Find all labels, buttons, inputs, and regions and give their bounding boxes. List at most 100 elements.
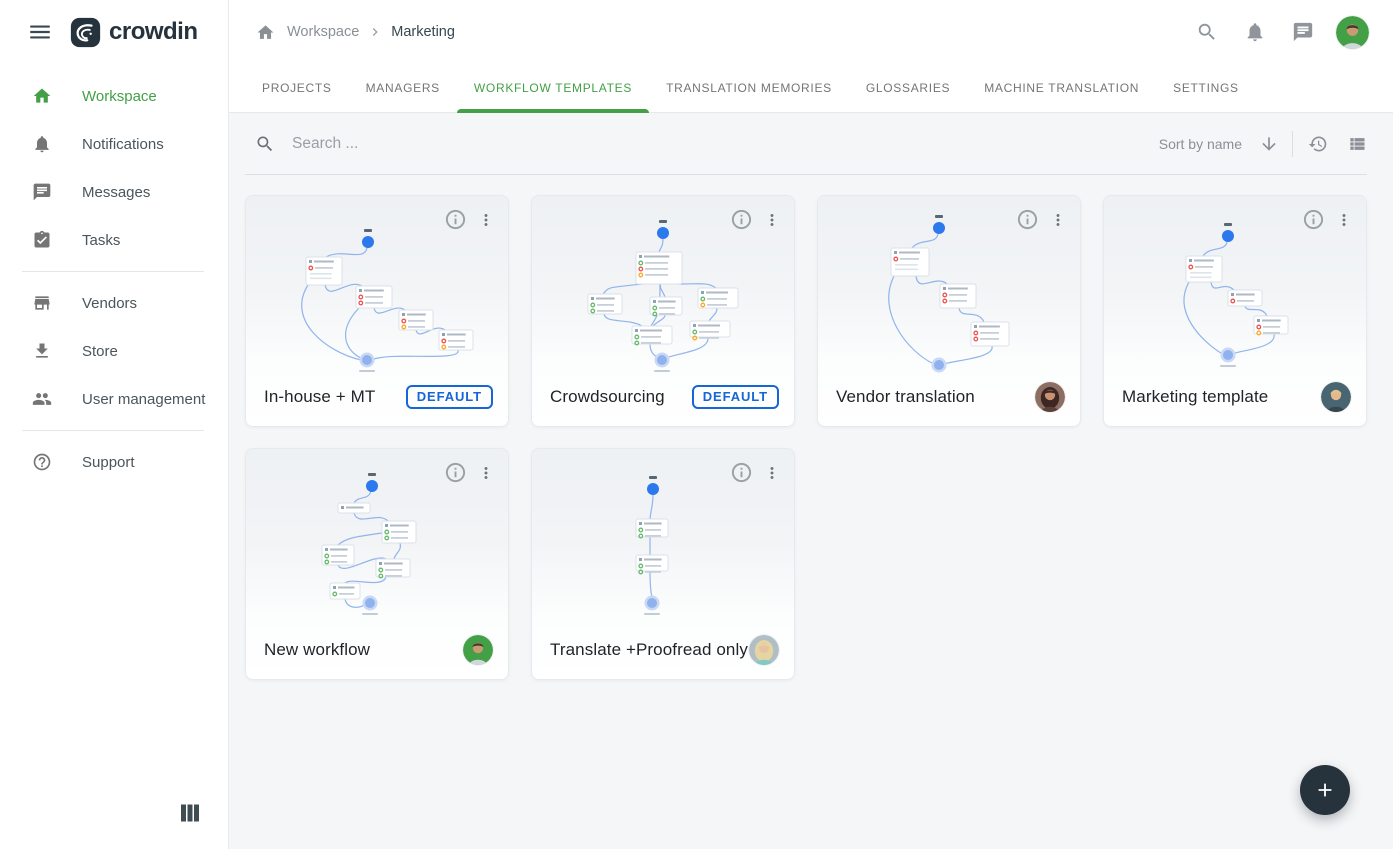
- card-actions: [730, 461, 781, 484]
- card-footer: Vendor translation: [818, 368, 1080, 426]
- template-grid: In-house + MTDEFAULT Crowdsourcing DEFAULT…: [245, 195, 1367, 680]
- sort-direction-icon[interactable]: [1259, 134, 1279, 154]
- template-card-translate-proofread-only[interactable]: Translate +Proofread only: [531, 448, 795, 680]
- home-icon: [32, 86, 52, 106]
- crowdin-logo[interactable]: crowdin: [70, 17, 198, 48]
- search-icon[interactable]: [255, 134, 275, 154]
- sidebar: crowdin Workspace Notifications Messages Ta…: [0, 0, 229, 849]
- card-actions: [444, 208, 495, 231]
- sidebar-item-vendors[interactable]: Vendors: [0, 279, 228, 327]
- more-options-icon[interactable]: [477, 463, 495, 483]
- sidebar-item-messages[interactable]: Messages: [0, 168, 228, 216]
- tabbar: PROJECTSMANAGERSWORKFLOW TEMPLATESTRANSL…: [229, 64, 1393, 113]
- sidebar-item-label: Notifications: [82, 136, 164, 153]
- tab-managers[interactable]: MANAGERS: [349, 64, 457, 112]
- content: Sort by name In-house + MTDEFAULT Crowdso…: [229, 113, 1393, 849]
- card-title: Vendor translation: [836, 387, 975, 407]
- sidebar-item-label: User management: [82, 391, 205, 408]
- template-card-vendor-translation[interactable]: Vendor translation: [817, 195, 1081, 427]
- card-title: Crowdsourcing: [550, 387, 665, 407]
- sidebar-item-label: Support: [82, 454, 135, 471]
- tab-projects[interactable]: PROJECTS: [245, 64, 349, 112]
- card-title: New workflow: [264, 640, 370, 660]
- template-card-marketing-template[interactable]: Marketing template: [1103, 195, 1367, 427]
- search-icon[interactable]: [1196, 21, 1218, 43]
- user-avatar[interactable]: [1336, 16, 1369, 49]
- message-icon: [32, 182, 52, 202]
- sidebar-collapse-icon[interactable]: [181, 804, 199, 822]
- template-card-crowdsourcing[interactable]: Crowdsourcing DEFAULT: [531, 195, 795, 427]
- more-options-icon[interactable]: [763, 463, 781, 483]
- more-options-icon[interactable]: [1335, 210, 1353, 230]
- info-icon[interactable]: [730, 461, 753, 484]
- bell-icon: [32, 134, 52, 154]
- breadcrumb-current: Marketing: [391, 24, 455, 40]
- owner-avatar[interactable]: [463, 635, 493, 665]
- sidebar-item-tasks[interactable]: Tasks: [0, 216, 228, 264]
- add-template-button[interactable]: [1300, 765, 1350, 815]
- tab-settings[interactable]: SETTINGS: [1156, 64, 1256, 112]
- breadcrumb-home-icon[interactable]: [256, 23, 275, 42]
- topbar: Workspace Marketing: [229, 0, 1393, 64]
- sidebar-item-label: Vendors: [82, 295, 137, 312]
- sidebar-divider: [22, 271, 204, 272]
- sidebar-item-label: Workspace: [82, 88, 157, 105]
- tab-glossaries[interactable]: GLOSSARIES: [849, 64, 967, 112]
- sidebar-header: crowdin: [0, 0, 228, 64]
- info-icon[interactable]: [730, 208, 753, 231]
- chevron-right-icon: [367, 24, 383, 40]
- notifications-icon[interactable]: [1244, 21, 1266, 43]
- default-badge: DEFAULT: [692, 385, 779, 409]
- toolbar: Sort by name: [245, 113, 1367, 175]
- info-icon[interactable]: [1016, 208, 1039, 231]
- card-title: Translate +Proofread only: [550, 640, 748, 660]
- store-icon: [32, 341, 52, 361]
- messages-icon[interactable]: [1292, 21, 1314, 43]
- card-footer: New workflow: [246, 621, 508, 679]
- tab-translation-memories[interactable]: TRANSLATION MEMORIES: [649, 64, 849, 112]
- more-options-icon[interactable]: [763, 210, 781, 230]
- owner-avatar[interactable]: [749, 635, 779, 665]
- vendors-icon: [32, 293, 52, 313]
- owner-avatar[interactable]: [1035, 382, 1065, 412]
- list-view-icon[interactable]: [1347, 134, 1367, 154]
- card-actions: [730, 208, 781, 231]
- toolbar-separator: [1292, 131, 1293, 157]
- tasks-icon: [32, 230, 52, 250]
- sidebar-item-store[interactable]: Store: [0, 327, 228, 375]
- sidebar-item-user-management[interactable]: User management: [0, 375, 228, 423]
- card-actions: [1016, 208, 1067, 231]
- brand-name: crowdin: [109, 18, 198, 46]
- more-options-icon[interactable]: [477, 210, 495, 230]
- breadcrumb-workspace-link[interactable]: Workspace: [287, 24, 359, 40]
- sidebar-item-label: Store: [82, 343, 118, 360]
- template-card-in-house-mt[interactable]: In-house + MTDEFAULT: [245, 195, 509, 427]
- card-footer: In-house + MTDEFAULT: [246, 368, 508, 426]
- search-input[interactable]: [292, 135, 712, 153]
- card-footer: Marketing template: [1104, 368, 1366, 426]
- info-icon[interactable]: [444, 208, 467, 231]
- card-title: Marketing template: [1122, 387, 1268, 407]
- template-card-new-workflow[interactable]: New workflow: [245, 448, 509, 680]
- sidebar-item-support[interactable]: Support: [0, 438, 228, 486]
- tab-workflow-templates[interactable]: WORKFLOW TEMPLATES: [457, 64, 649, 112]
- sidebar-item-workspace[interactable]: Workspace: [0, 72, 228, 120]
- card-actions: [1302, 208, 1353, 231]
- info-icon[interactable]: [444, 461, 467, 484]
- more-options-icon[interactable]: [1049, 210, 1067, 230]
- info-icon[interactable]: [1302, 208, 1325, 231]
- sidebar-item-notifications[interactable]: Notifications: [0, 120, 228, 168]
- toolbar-right: Sort by name: [1159, 131, 1367, 157]
- sidebar-item-label: Messages: [82, 184, 150, 201]
- tab-machine-translation[interactable]: MACHINE TRANSLATION: [967, 64, 1156, 112]
- sidebar-nav: Workspace Notifications Messages Tasks Vendo…: [0, 72, 228, 486]
- card-footer: Translate +Proofread only: [532, 621, 794, 679]
- sort-by-label[interactable]: Sort by name: [1159, 136, 1242, 152]
- history-icon[interactable]: [1308, 134, 1328, 154]
- plus-icon: [1314, 779, 1336, 801]
- breadcrumb: Workspace Marketing: [256, 23, 455, 42]
- card-footer: Crowdsourcing DEFAULT: [532, 368, 794, 426]
- sidebar-divider: [22, 430, 204, 431]
- hamburger-menu-icon[interactable]: [27, 19, 53, 45]
- owner-avatar[interactable]: [1321, 382, 1351, 412]
